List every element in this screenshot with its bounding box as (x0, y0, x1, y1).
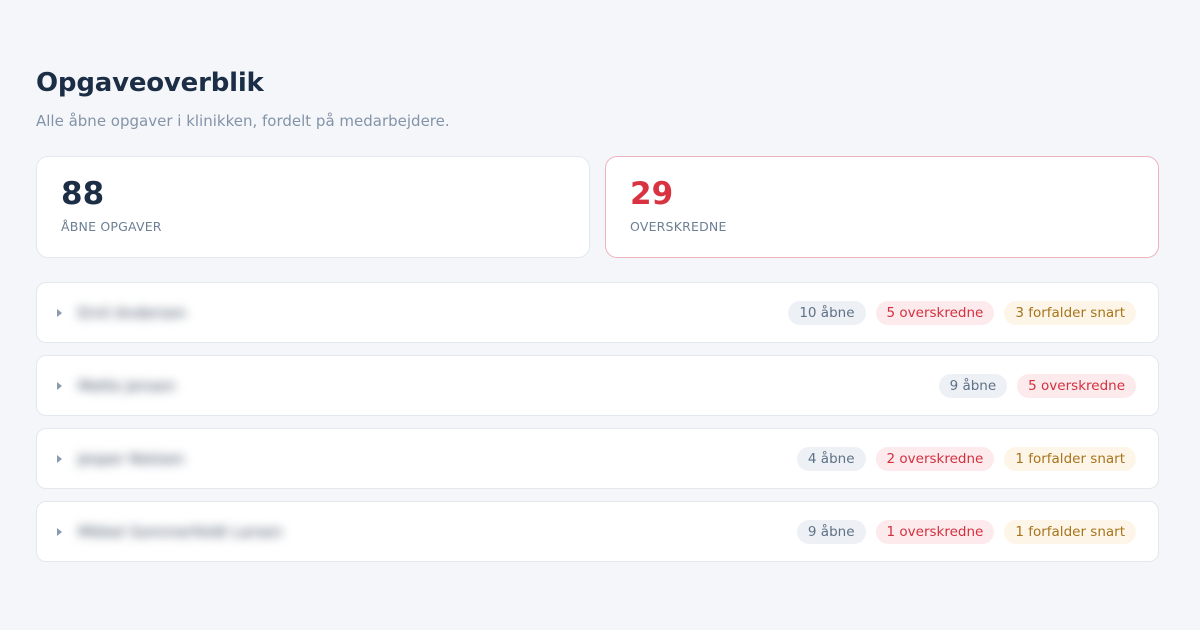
page-title: Opgaveoverblik (36, 68, 264, 98)
page-subtitle: Alle åbne opgaver i klinikken, fordelt p… (36, 112, 450, 130)
badge-group: 9 åbne 5 overskredne (938, 373, 1136, 398)
chevron-right-icon[interactable] (57, 308, 62, 317)
employee-row[interactable]: Jesper Nielsen 4 åbne 2 overskredne 1 fo… (36, 428, 1159, 489)
chevron-right-icon[interactable] (57, 454, 62, 463)
badge-group: 9 åbne 1 overskredne 1 forfalder snart (796, 519, 1136, 544)
stat-card-open-tasks: 88 ÅBNE OPGAVER (36, 156, 590, 258)
overdue-count-badge: 1 overskredne (875, 519, 995, 544)
stat-value: 88 (61, 176, 105, 212)
stat-label: ÅBNE OPGAVER (61, 219, 162, 235)
badge-group: 4 åbne 2 overskredne 1 forfalder snart (796, 446, 1136, 471)
stat-card-overdue: 29 OVERSKREDNE (605, 156, 1159, 258)
badge-group: 10 åbne 5 overskredne 3 forfalder snart (788, 300, 1136, 325)
due-soon-badge: 3 forfalder snart (1004, 300, 1136, 325)
open-count-badge: 9 åbne (796, 519, 866, 544)
stat-label: OVERSKREDNE (630, 219, 727, 235)
employee-name: Mikkel Sommerfeldt Larsen (78, 522, 283, 541)
chevron-right-icon[interactable] (57, 527, 62, 536)
stat-value: 29 (630, 176, 674, 212)
employee-name: Jesper Nielsen (78, 449, 185, 468)
employee-name: Emil Andersen (78, 303, 187, 322)
open-count-badge: 4 åbne (796, 446, 866, 471)
page: Opgaveoverblik Alle åbne opgaver i klini… (0, 0, 1200, 630)
due-soon-badge: 1 forfalder snart (1004, 446, 1136, 471)
employee-name: Mette Jensen (78, 376, 176, 395)
stats-summary: 88 ÅBNE OPGAVER 29 OVERSKREDNE (36, 156, 1159, 258)
employee-row[interactable]: Mikkel Sommerfeldt Larsen 9 åbne 1 overs… (36, 501, 1159, 562)
employee-row[interactable]: Mette Jensen 9 åbne 5 overskredne (36, 355, 1159, 416)
overdue-count-badge: 5 overskredne (1017, 373, 1136, 398)
employee-row[interactable]: Emil Andersen 10 åbne 5 overskredne 3 fo… (36, 282, 1159, 343)
due-soon-badge: 1 forfalder snart (1004, 519, 1136, 544)
overdue-count-badge: 5 overskredne (875, 300, 995, 325)
open-count-badge: 9 åbne (938, 373, 1008, 398)
open-count-badge: 10 åbne (788, 300, 866, 325)
employee-task-list: Emil Andersen 10 åbne 5 overskredne 3 fo… (36, 282, 1159, 574)
chevron-right-icon[interactable] (57, 381, 62, 390)
overdue-count-badge: 2 overskredne (875, 446, 995, 471)
